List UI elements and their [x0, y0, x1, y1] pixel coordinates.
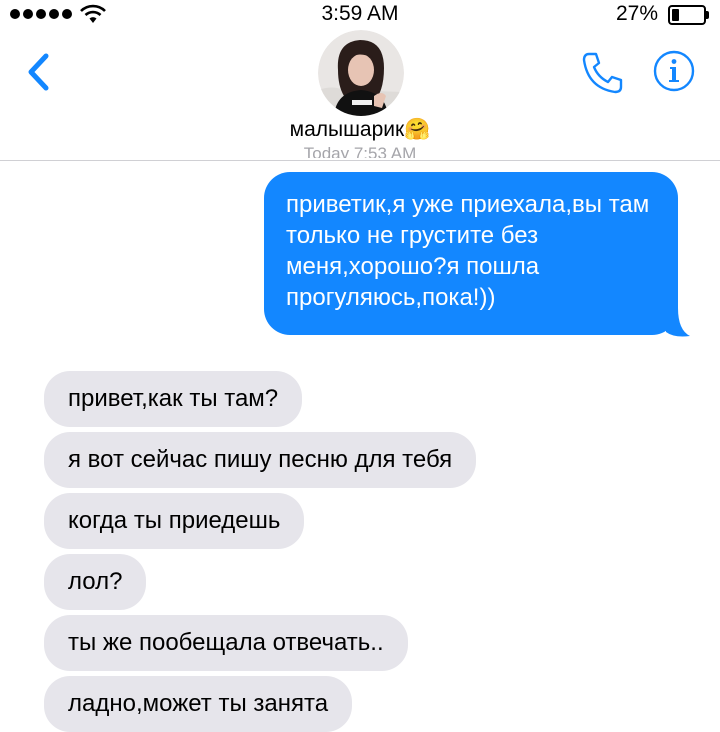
received-message-bubble[interactable]: когда ты приедешь	[44, 493, 305, 549]
battery-percent: 27%	[615, 2, 658, 25]
message-timestamp: Today 7:53 AM	[303, 144, 417, 158]
received-message-bubble[interactable]: привет,как ты там?	[44, 371, 303, 427]
phone-icon[interactable]	[580, 50, 626, 96]
received-message-bubble[interactable]: я вот сейчас пишу песню для тебя	[44, 432, 477, 488]
sent-message-bubble[interactable]: приветик,я уже приехала,вы там только не…	[264, 172, 678, 335]
received-message-bubble[interactable]: лол?	[44, 554, 147, 610]
contact-name[interactable]: малышарик🤗	[0, 118, 720, 142]
conversation-header: малышарик🤗	[0, 30, 720, 161]
avatar[interactable]	[318, 30, 404, 116]
info-icon[interactable]	[653, 50, 695, 92]
received-message-bubble[interactable]: ладно,может ты занята	[44, 676, 353, 732]
battery-icon	[668, 5, 709, 25]
received-message-bubble[interactable]: ты же пообещала отвечать..	[44, 615, 408, 671]
back-chevron-icon[interactable]	[22, 52, 56, 92]
bubble-tail	[666, 308, 690, 337]
status-bar: 3:59 AM 27%	[0, 0, 720, 30]
status-time: 3:59 AM	[321, 2, 399, 25]
